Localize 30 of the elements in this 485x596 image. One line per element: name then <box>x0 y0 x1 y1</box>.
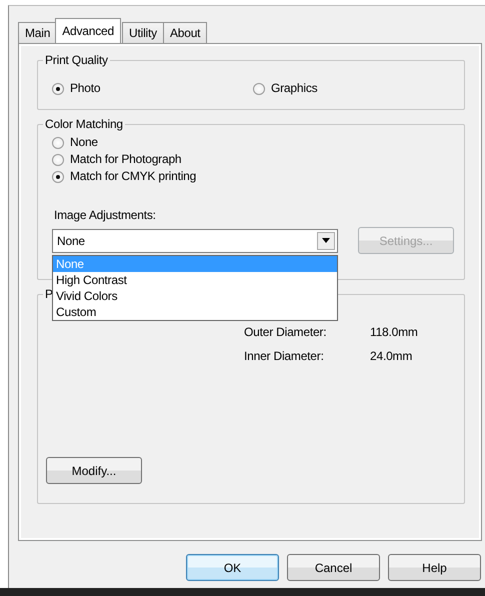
radio-button[interactable] <box>253 82 265 94</box>
field-label: Image Adjustments: <box>54 207 157 224</box>
dropdown[interactable]: None <box>52 228 338 252</box>
field-value: 24.0mm <box>370 348 412 365</box>
radio-label[interactable]: None <box>70 135 98 150</box>
radio-label[interactable]: Match for CMYK printing <box>70 169 196 184</box>
radio-button[interactable] <box>52 154 64 166</box>
group-title: Print Quality <box>43 52 110 68</box>
dropdown-option[interactable]: Vivid Colors <box>53 288 337 304</box>
radio-label[interactable]: Graphics <box>271 81 318 96</box>
radio-button[interactable] <box>52 136 64 148</box>
field-label: Outer Diameter: <box>244 324 328 341</box>
dialog-button[interactable]: Cancel <box>287 554 380 581</box>
tab[interactable]: Advanced <box>55 18 121 43</box>
dropdown-option[interactable]: Custom <box>53 304 337 320</box>
field-value: 118.0mm <box>370 324 418 341</box>
group-title: Color Matching <box>43 116 125 132</box>
radio-button[interactable] <box>52 170 64 182</box>
tab[interactable]: Main <box>18 22 58 43</box>
dialog-button[interactable]: OK <box>186 554 279 581</box>
tab[interactable]: Utility <box>122 22 164 43</box>
radio-label[interactable]: Match for Photograph <box>70 152 182 167</box>
dropdown-value: None <box>57 232 85 250</box>
radio-label[interactable]: Photo <box>70 81 100 96</box>
tab[interactable]: About <box>162 22 208 43</box>
dialog-button[interactable]: Help <box>388 554 481 581</box>
dropdown-option[interactable]: High Contrast <box>53 272 337 288</box>
modify-button[interactable]: Modify... <box>46 457 142 484</box>
field-label: Inner Diameter: <box>244 348 325 365</box>
radio-button[interactable] <box>52 82 64 94</box>
